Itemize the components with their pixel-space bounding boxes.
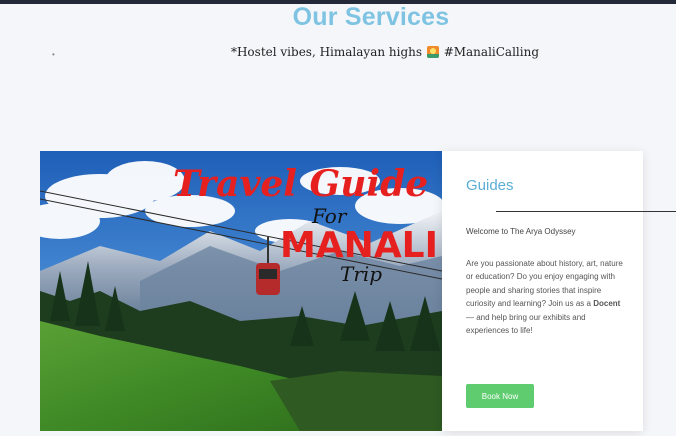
hero-title-line4: Trip <box>340 262 382 286</box>
hero-image: Travel Guide For MANALI Trip <box>40 151 442 431</box>
service-card: Guides Welcome to The Arya Odyssey Are y… <box>442 151 643 431</box>
book-now-button[interactable]: Book Now <box>466 384 534 408</box>
card-description-text-end: — and help bring our exhibits and experi… <box>466 312 586 336</box>
sunrise-over-mountains-icon <box>426 46 439 58</box>
section-title: Our Services <box>292 3 450 31</box>
card-description: Are you passionate about history, art, n… <box>466 257 626 337</box>
tagline: *Hostel vibes, Himalayan highs #ManaliCa… <box>0 45 676 59</box>
divider-line <box>496 211 676 212</box>
tagline-hashtag: #ManaliCalling <box>443 45 540 59</box>
hero-title-line1: Travel Guide <box>173 163 428 205</box>
card-welcome-text: Welcome to The Arya Odyssey <box>466 227 576 236</box>
card-description-bold: Docent <box>593 299 621 309</box>
tagline-text-start: *Hostel vibes, Himalayan highs <box>230 45 423 59</box>
hero-title-line3: MANALI <box>280 225 438 266</box>
card-title: Guides <box>466 177 514 194</box>
